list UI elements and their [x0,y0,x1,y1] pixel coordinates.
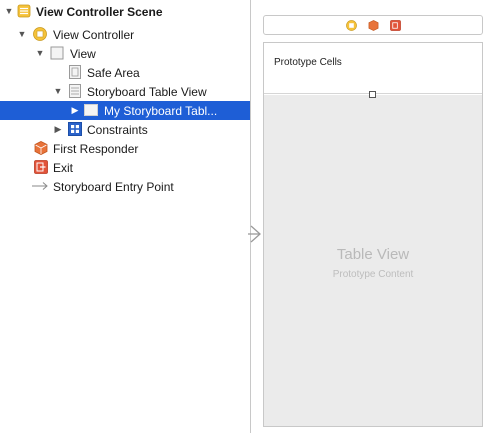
outline-item-view-controller[interactable]: ▼ View Controller [0,25,250,44]
exit-icon[interactable] [390,20,401,31]
constraints-icon [68,122,82,136]
scene-icon [17,4,31,18]
outline-item-first-responder[interactable]: First Responder [0,139,250,158]
disclosure-expanded-icon[interactable]: ▼ [35,48,45,58]
prototype-cells-label: Prototype Cells [274,57,342,68]
constraints-label: Constraints [87,123,148,137]
table-view-cell-icon [84,104,98,116]
prototype-cells-header[interactable]: Prototype Cells [264,43,482,94]
outline-item-table-view[interactable]: ▼ Storyboard Table View [0,82,250,101]
table-view[interactable]: Table View Prototype Content [264,95,482,426]
table-view-title: Table View [336,246,410,263]
first-responder-icon[interactable] [368,20,379,31]
table-view-icon [69,84,81,98]
disclosure-collapsed-icon[interactable]: ▶ [53,124,63,134]
outline-item-constraints[interactable]: ▶ Constraints [0,120,250,139]
outline-item-view[interactable]: ▼ View [0,44,250,63]
disclosure-expanded-icon[interactable]: ▼ [4,6,14,16]
exit-label: Exit [53,161,74,175]
table-view-label: Storyboard Table View [87,85,207,99]
outline-item-entry-point[interactable]: Storyboard Entry Point [0,177,250,196]
outline-item-safe-area[interactable]: Safe Area [0,63,250,82]
document-outline: ▼ View Controller Scene ▼ View Controlle… [0,0,250,433]
safe-area-label: Safe Area [87,66,140,80]
scene-label: View Controller Scene [36,5,163,19]
outline-item-view-controller-scene[interactable]: ▼ View Controller Scene [0,2,250,21]
first-responder-icon [34,141,48,155]
outline-item-exit[interactable]: Exit [0,158,250,177]
entry-point-arrow-icon [32,182,48,190]
first-responder-label: First Responder [53,142,139,156]
disclosure-expanded-icon[interactable]: ▼ [53,86,63,96]
view-controller-icon[interactable] [346,20,357,31]
disclosure-collapsed-icon[interactable]: ▶ [70,105,80,115]
scene-dock [263,15,483,35]
exit-icon [34,160,48,174]
safe-area-icon [69,65,81,79]
view-controller-frame[interactable]: Prototype Cells Table View Prototype Con… [263,42,483,427]
table-view-cell-label: My Storyboard Tabl... [104,104,218,118]
disclosure-expanded-icon[interactable]: ▼ [17,29,27,39]
view-controller-icon [33,27,47,41]
entry-point-label: Storyboard Entry Point [53,180,174,194]
table-view-subtitle: Prototype Content [332,269,414,280]
resize-handle[interactable] [369,91,376,98]
entry-point-arrow-icon[interactable] [248,224,264,244]
view-icon [50,46,64,60]
outline-item-table-view-cell[interactable]: ▶ My Storyboard Tabl... [0,101,250,120]
view-controller-label: View Controller [53,28,135,42]
view-label: View [70,47,96,61]
